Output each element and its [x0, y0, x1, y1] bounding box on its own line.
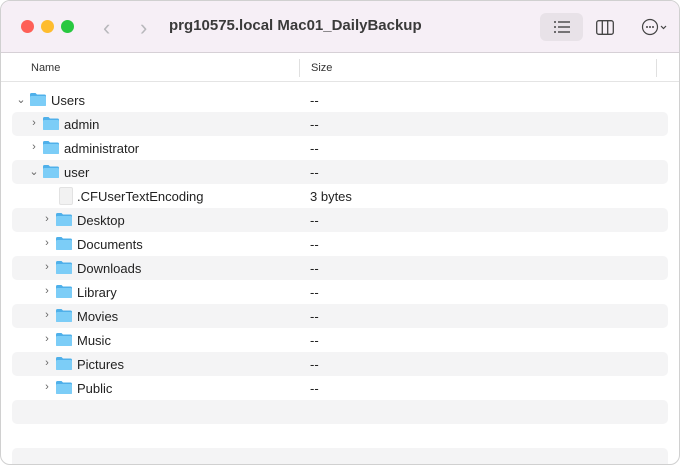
list-item[interactable]: › Pictures -- — [1, 352, 679, 376]
chevron-right-icon[interactable]: › — [42, 381, 52, 393]
item-size: 3 bytes — [310, 189, 352, 204]
chevron-right-icon[interactable]: › — [42, 309, 52, 321]
list-view-button[interactable] — [540, 13, 583, 41]
list-item[interactable]: › Movies -- — [1, 304, 679, 328]
chevron-right-icon[interactable]: › — [42, 333, 52, 345]
zoom-button[interactable] — [61, 20, 74, 33]
item-name: user — [64, 165, 90, 180]
chevron-right-icon[interactable]: › — [42, 357, 52, 369]
column-view-icon — [596, 19, 614, 35]
list-item[interactable]: ⌄ user -- — [1, 160, 679, 184]
item-name: Users — [51, 93, 85, 108]
item-name: Movies — [77, 309, 119, 324]
list-item[interactable]: › Public -- — [1, 376, 679, 400]
folder-icon — [55, 356, 73, 371]
list-item[interactable]: › Music -- — [1, 328, 679, 352]
file-icon — [59, 187, 73, 205]
column-divider[interactable] — [656, 59, 657, 77]
item-name: Public — [77, 381, 113, 396]
chevron-right-icon[interactable]: › — [42, 213, 52, 225]
chevron-right-icon[interactable]: › — [29, 141, 39, 153]
minimize-button[interactable] — [41, 20, 54, 33]
file-list: ⌄ Users -- › admin -- › administrator -- ⌄ user --.… — [1, 88, 679, 464]
item-size: -- — [310, 261, 319, 276]
finder-window: ‹ › prg10575.local Mac01_DailyBackup Nam… — [0, 0, 680, 465]
list-item[interactable]: › Documents -- — [1, 232, 679, 256]
item-size: -- — [310, 381, 319, 396]
chevron-right-icon[interactable]: › — [42, 237, 52, 249]
folder-icon — [42, 164, 60, 179]
list-item[interactable]: › Downloads -- — [1, 256, 679, 280]
item-size: -- — [310, 237, 319, 252]
chevron-right-icon[interactable]: › — [29, 117, 39, 129]
more-actions-button[interactable] — [639, 13, 671, 41]
item-size: -- — [310, 213, 319, 228]
item-size: -- — [310, 93, 319, 108]
folder-icon — [55, 236, 73, 251]
list-item[interactable]: › admin -- — [1, 112, 679, 136]
folder-icon — [42, 140, 60, 155]
column-divider[interactable] — [299, 59, 300, 77]
list-item[interactable]: › Desktop -- — [1, 208, 679, 232]
folder-icon — [55, 308, 73, 323]
column-name-header[interactable]: Name — [31, 62, 60, 74]
list-item[interactable]: .CFUserTextEncoding 3 bytes — [1, 184, 679, 208]
list-view-icon — [553, 21, 570, 33]
item-name: Library — [77, 285, 117, 300]
folder-icon — [55, 284, 73, 299]
item-name: admin — [64, 117, 100, 132]
item-name: Music — [77, 333, 111, 348]
item-size: -- — [310, 285, 319, 300]
folder-icon — [42, 116, 60, 131]
item-size: -- — [310, 309, 319, 324]
item-size: -- — [310, 117, 319, 132]
column-size-header[interactable]: Size — [311, 62, 332, 74]
back-button[interactable]: ‹ — [103, 15, 110, 41]
folder-icon — [55, 212, 73, 227]
empty-row — [1, 448, 679, 464]
item-size: -- — [310, 357, 319, 372]
chevron-right-icon[interactable]: › — [42, 261, 52, 273]
empty-row — [1, 400, 679, 424]
folder-icon — [29, 92, 47, 107]
item-name: Pictures — [77, 357, 124, 372]
close-button[interactable] — [21, 20, 34, 33]
list-item[interactable]: › administrator -- — [1, 136, 679, 160]
forward-button[interactable]: › — [140, 15, 147, 41]
item-name: Documents — [77, 237, 143, 252]
folder-icon — [55, 332, 73, 347]
column-header: Name Size — [1, 54, 679, 82]
list-item[interactable]: ⌄ Users -- — [1, 88, 679, 112]
item-size: -- — [310, 141, 319, 156]
column-view-button[interactable] — [589, 13, 621, 41]
title-bar: ‹ › prg10575.local Mac01_DailyBackup — [1, 1, 679, 53]
more-icon — [641, 18, 667, 36]
list-item[interactable]: › Library -- — [1, 280, 679, 304]
item-size: -- — [310, 165, 319, 180]
item-name: administrator — [64, 141, 140, 156]
item-name: Desktop — [77, 213, 125, 228]
window-title: prg10575.local Mac01_DailyBackup — [169, 17, 422, 34]
folder-icon — [55, 380, 73, 395]
item-name: .CFUserTextEncoding — [77, 189, 204, 204]
empty-row — [1, 424, 679, 448]
folder-icon — [55, 260, 73, 275]
item-size: -- — [310, 333, 319, 348]
chevron-down-icon[interactable]: ⌄ — [16, 93, 26, 106]
chevron-right-icon[interactable]: › — [42, 285, 52, 297]
chevron-down-icon[interactable]: ⌄ — [29, 165, 39, 178]
item-name: Downloads — [77, 261, 142, 276]
